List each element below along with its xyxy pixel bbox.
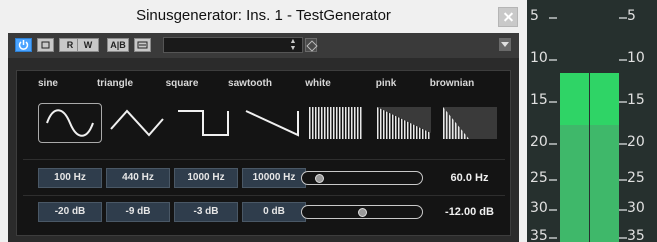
meter-scale-label: 5 xyxy=(627,8,636,24)
waveform-label-square: square xyxy=(165,78,199,89)
waveform-label-triangle: triangle xyxy=(96,78,134,89)
meter-scale-label: 35 xyxy=(627,228,645,242)
window-title: Sinusgenerator: Ins. 1 - TestGenerator xyxy=(136,7,391,24)
meter-tick-line xyxy=(619,17,627,19)
waveform-brownian-noise-button[interactable] xyxy=(443,103,507,143)
meter-scale-label: 15 xyxy=(530,92,548,108)
freq-preset-1000-button[interactable]: 1000 Hz xyxy=(174,168,238,188)
level-preset-minus20-button[interactable]: -20 dB xyxy=(38,202,102,222)
waveform-sawtooth-button[interactable] xyxy=(240,103,304,143)
ab-compare-button[interactable]: A|B xyxy=(107,38,129,52)
pink-noise-icon xyxy=(377,107,431,139)
level-slider[interactable] xyxy=(301,205,423,219)
meter-tick-line xyxy=(549,17,557,19)
level-slider-knob[interactable] xyxy=(357,208,367,217)
bypass-icon xyxy=(41,41,50,49)
power-button[interactable] xyxy=(15,38,32,52)
plugin-body: R W A|B ▲ ▼ sine triangle square sawtooth… xyxy=(8,33,519,242)
frequency-slider-knob[interactable] xyxy=(314,174,324,183)
meter-scale-label: 10 xyxy=(627,50,645,66)
level-preset-minus9-button[interactable]: -9 dB xyxy=(106,202,170,222)
freq-preset-440-button[interactable]: 440 Hz xyxy=(106,168,170,188)
meter-tick-line xyxy=(549,59,557,61)
divider xyxy=(23,195,505,196)
square-wave-icon xyxy=(178,110,229,136)
freq-preset-100-button[interactable]: 100 Hz xyxy=(38,168,102,188)
waveform-pink-noise-button[interactable] xyxy=(377,103,441,143)
frequency-slider[interactable] xyxy=(301,171,423,185)
meter-bar-left-top xyxy=(560,73,589,125)
close-button[interactable] xyxy=(498,7,518,27)
waveform-label-white: white xyxy=(305,78,331,89)
brownian-noise-icon xyxy=(443,107,497,139)
meter-tick-line xyxy=(619,237,627,239)
meter-scale-label: 5 xyxy=(530,8,539,24)
divider xyxy=(23,159,505,160)
meter-tick-line xyxy=(549,143,557,145)
meter-tick-line xyxy=(619,101,627,103)
level-meter: 5 10 15 20 25 30 35 5 10 15 20 25 30 35 xyxy=(527,0,657,242)
preset-browser-button[interactable] xyxy=(305,38,317,52)
plugin-window: Sinusgenerator: Ins. 1 - TestGenerator R… xyxy=(0,0,527,242)
preset-field[interactable] xyxy=(163,37,303,53)
level-preset-minus3-button[interactable]: -3 dB xyxy=(174,202,238,222)
level-readout: -12.00 dB xyxy=(445,206,494,218)
waveform-white-noise-button[interactable] xyxy=(309,103,373,143)
meter-scale-label: 20 xyxy=(530,134,548,150)
meter-tick-line xyxy=(549,237,557,239)
generator-panel: sine triangle square sawtooth white pink… xyxy=(16,70,511,236)
meter-tick-line xyxy=(549,179,557,181)
sawtooth-wave-icon xyxy=(245,110,299,137)
meter-scale-label: 25 xyxy=(530,170,548,186)
plugin-toolbar: R W A|B ▲ ▼ xyxy=(8,33,519,58)
freq-preset-10000-button[interactable]: 10000 Hz xyxy=(242,168,306,188)
waveform-label-sine: sine xyxy=(37,78,58,89)
copy-settings-button[interactable] xyxy=(134,38,151,52)
frequency-readout: 60.0 Hz xyxy=(450,172,489,184)
waveform-label-sawtooth: sawtooth xyxy=(228,78,272,89)
waveform-triangle-button[interactable] xyxy=(105,103,169,143)
meter-tick-line xyxy=(619,209,627,211)
meter-tick-line xyxy=(549,101,557,103)
meter-tick-line xyxy=(549,209,557,211)
preset-stepper-icon[interactable]: ▲ ▼ xyxy=(289,38,297,52)
list-icon xyxy=(137,41,148,49)
meter-scale-label: 35 xyxy=(530,228,548,242)
meter-scale-label: 15 xyxy=(627,92,645,108)
meter-scale-label: 30 xyxy=(627,200,645,216)
meter-scale-label: 30 xyxy=(530,200,548,216)
meter-tick-line xyxy=(619,143,627,145)
meter-scale-label: 10 xyxy=(530,50,548,66)
meter-scale-label: 20 xyxy=(627,134,645,150)
white-noise-icon xyxy=(309,107,363,139)
waveform-label-brownian: brownian xyxy=(429,78,475,89)
meter-tick-line xyxy=(619,179,627,181)
power-icon xyxy=(18,40,29,50)
waveform-square-button[interactable] xyxy=(172,103,236,143)
waveform-label-pink: pink xyxy=(375,78,397,89)
meter-bar-right-top xyxy=(590,73,619,125)
plugin-menu-button[interactable] xyxy=(499,38,511,51)
level-preset-0-button[interactable]: 0 dB xyxy=(242,202,306,222)
meter-scale-label: 25 xyxy=(627,170,645,186)
waveform-sine-button[interactable] xyxy=(38,103,102,143)
meter-tick-line xyxy=(619,59,627,61)
bypass-button[interactable] xyxy=(37,38,54,52)
write-button[interactable]: W xyxy=(77,38,99,52)
title-bar[interactable]: Sinusgenerator: Ins. 1 - TestGenerator xyxy=(0,0,527,33)
sine-wave-icon xyxy=(46,109,94,137)
triangle-wave-icon xyxy=(110,109,164,137)
